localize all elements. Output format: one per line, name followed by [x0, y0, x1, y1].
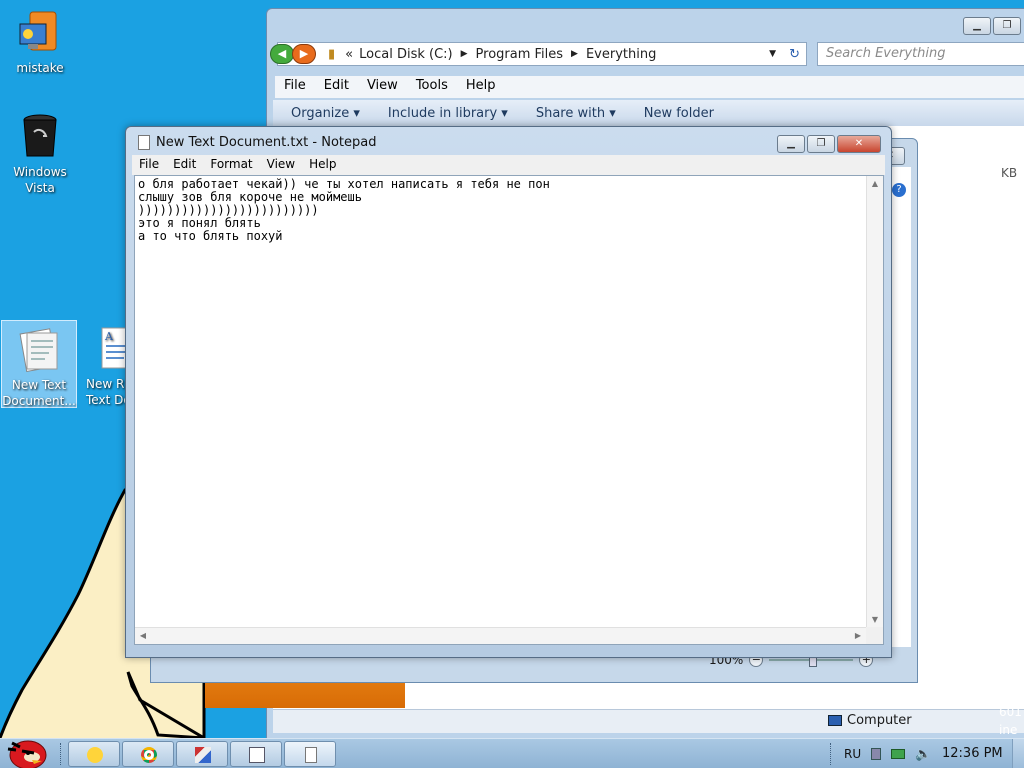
breadcrumb-program-files[interactable]: Program Files [476, 47, 564, 62]
address-bar[interactable]: ◀ ▶ ▮ « Local Disk (C:) ▶ Program Files … [270, 42, 807, 66]
notepad-titlebar[interactable]: New Text Document.txt - Notepad [138, 135, 376, 150]
svg-text:A: A [104, 330, 114, 343]
volume-icon[interactable]: 🔈 [915, 747, 931, 762]
folder-icon: ▮ [328, 46, 336, 62]
notepad-title-buttons: ▁ ❐ ✕ [777, 135, 881, 153]
minimize-button[interactable]: ▁ [963, 17, 991, 35]
horizontal-scrollbar[interactable]: ◀ ▶ [135, 627, 866, 644]
address-dropdown-icon[interactable]: ▼ [769, 49, 776, 59]
maximize-button[interactable]: ❐ [993, 17, 1021, 35]
status-computer-label: Computer [847, 713, 912, 728]
taskbar-item-paint[interactable] [176, 741, 228, 767]
desktop-icon-new-text-document[interactable]: New Text Document... [1, 320, 77, 408]
explorer-status-bar: Computer [273, 709, 1024, 733]
chrome-icon [141, 747, 157, 763]
window-icon [249, 747, 265, 763]
notepad-title: New Text Document.txt - Notepad [156, 135, 377, 150]
taskbar: RU 🔈 12:36 PM [0, 738, 1024, 768]
share-with-button[interactable]: Share with ▾ [536, 106, 616, 121]
start-button[interactable] [2, 733, 52, 768]
close-button[interactable]: ✕ [837, 135, 881, 153]
language-indicator[interactable]: RU [844, 747, 861, 761]
system-tray: RU 🔈 [830, 739, 931, 768]
menu-help[interactable]: Help [302, 155, 343, 175]
nav-buttons: ◀ ▶ [270, 44, 316, 64]
scrollbar-corner [866, 627, 883, 644]
notepad-content[interactable]: о бля работает чекай)) че ты хотел напис… [138, 178, 858, 243]
partial-text-601: 601 [999, 705, 1022, 719]
maximize-button[interactable]: ❐ [807, 135, 835, 153]
explorer-menu-bar: File Edit View Tools Help [275, 76, 1024, 98]
scroll-right-icon[interactable]: ▶ [850, 628, 866, 644]
desktop-icon-windows-vista[interactable]: Windows Vista [2, 112, 78, 196]
notepad-text-area[interactable]: о бля работает чекай)) че ты хотел напис… [134, 175, 884, 645]
notepad-window[interactable]: New Text Document.txt - Notepad ▁ ❐ ✕ Fi… [125, 126, 892, 658]
show-desktop-button[interactable] [1012, 739, 1024, 768]
breadcrumb-separator-icon: ▶ [571, 49, 578, 59]
desktop-icon-label: mistake [16, 61, 64, 75]
search-input[interactable]: Search Everything [817, 42, 1024, 66]
scroll-down-icon[interactable]: ▼ [867, 612, 883, 628]
include-in-library-button[interactable]: Include in library ▾ [388, 106, 508, 121]
breadcrumb-everything[interactable]: Everything [586, 47, 656, 62]
new-folder-button[interactable]: New folder [644, 106, 714, 121]
tray-expand-icon[interactable] [871, 748, 882, 760]
menu-view[interactable]: View [260, 155, 302, 175]
menu-edit[interactable]: Edit [166, 155, 203, 175]
vertical-scrollbar[interactable]: ▲ ▼ [866, 176, 883, 628]
back-button[interactable]: ◀ [270, 44, 294, 64]
desktop-icon-label: Windows Vista [13, 165, 67, 195]
address-chevron[interactable]: « [345, 47, 353, 62]
menu-file[interactable]: File [275, 76, 315, 98]
breadcrumb-separator-icon: ▶ [460, 49, 468, 59]
explorer-title-buttons: ▁ ❐ [963, 17, 1021, 35]
computer-icon [828, 715, 842, 726]
notepad-icon [305, 747, 317, 763]
partial-text-s7: s 7 [999, 685, 1017, 699]
desktop-icon-label: New Text Document... [2, 378, 76, 408]
scroll-left-icon[interactable]: ◀ [135, 628, 151, 644]
help-icon[interactable]: ? [892, 183, 906, 197]
taskbar-grip [60, 743, 64, 765]
notepad-icon [138, 135, 150, 150]
taskbar-item-chrome[interactable] [122, 741, 174, 767]
recycle-bin-icon [16, 112, 64, 160]
zoom-slider[interactable] [769, 653, 854, 667]
menu-format[interactable]: Format [203, 155, 259, 175]
notepad-menu-bar: File Edit Format View Help [132, 155, 885, 175]
network-icon[interactable] [891, 749, 906, 759]
menu-help[interactable]: Help [457, 76, 505, 98]
computer-icon [16, 8, 64, 56]
explorer-toolbar: Organize ▾ Include in library ▾ Share wi… [273, 100, 1024, 126]
clock[interactable]: 12:36 PM [942, 746, 1003, 761]
scroll-up-icon[interactable]: ▲ [867, 176, 883, 192]
menu-tools[interactable]: Tools [407, 76, 457, 98]
taskbar-item-weather[interactable] [68, 741, 120, 767]
partial-text-ine: ine [999, 723, 1018, 737]
forward-button[interactable]: ▶ [292, 44, 316, 64]
breadcrumb-local-disk[interactable]: Local Disk (C:) [359, 47, 452, 62]
sun-icon [87, 747, 103, 763]
taskbar-item-app[interactable] [230, 741, 282, 767]
taskbar-item-notepad[interactable] [284, 741, 336, 767]
status-computer: Computer [828, 713, 912, 728]
refresh-icon[interactable]: ↻ [789, 47, 800, 62]
paint-icon [195, 747, 211, 763]
desktop-icon-mistake[interactable]: mistake [2, 8, 78, 76]
partial-text-kb: KB [1001, 166, 1018, 180]
text-document-icon [15, 325, 63, 373]
menu-view[interactable]: View [358, 76, 407, 98]
menu-edit[interactable]: Edit [315, 76, 358, 98]
tray-grip [830, 743, 834, 765]
minimize-button[interactable]: ▁ [777, 135, 805, 153]
menu-file[interactable]: File [132, 155, 166, 175]
organize-button[interactable]: Organize ▾ [291, 106, 360, 121]
